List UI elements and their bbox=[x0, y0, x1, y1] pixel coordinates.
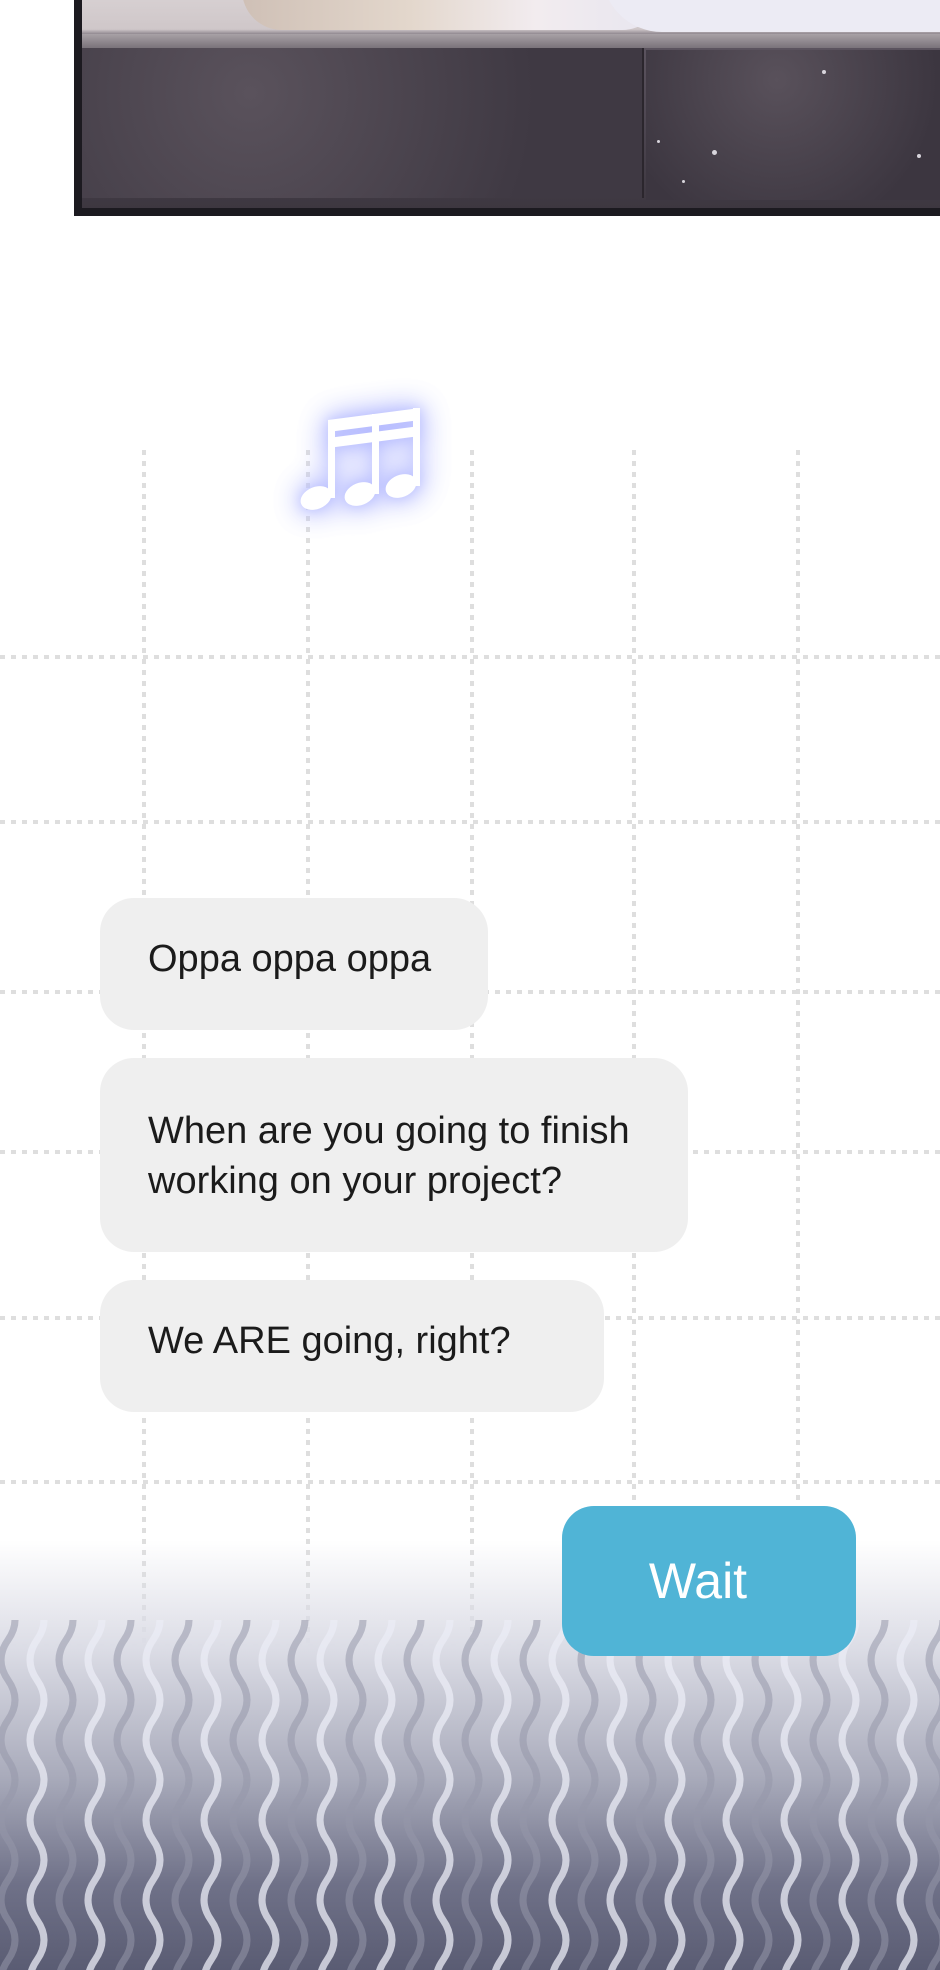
wave-stripe bbox=[200, 1620, 222, 1970]
panel-shelf bbox=[82, 34, 940, 48]
wave-stripe bbox=[693, 1620, 715, 1970]
wave-stripe bbox=[461, 1620, 483, 1970]
wave-stripe bbox=[780, 1620, 802, 1970]
chat-message-bubble: Oppa oppa oppa bbox=[100, 898, 488, 1030]
chat-message-text: Oppa oppa oppa bbox=[148, 938, 432, 980]
wave-stripe bbox=[867, 1620, 889, 1970]
comic-panel-top bbox=[74, 0, 940, 216]
panel-artwork bbox=[82, 0, 940, 208]
wave-stripe bbox=[548, 1620, 570, 1970]
wave-stripe bbox=[809, 1620, 831, 1970]
wave-stripe bbox=[316, 1620, 338, 1970]
sparkle bbox=[712, 150, 717, 155]
sparkle bbox=[657, 140, 660, 143]
wave-stripe bbox=[751, 1620, 773, 1970]
wave-stripe bbox=[403, 1620, 425, 1970]
chat-message-text: When are you going to finish bbox=[148, 1110, 630, 1152]
panel-figure bbox=[242, 0, 662, 30]
wave-stripe bbox=[896, 1620, 918, 1970]
wave-stripe bbox=[258, 1620, 280, 1970]
wave-stripe bbox=[84, 1620, 106, 1970]
sparkle bbox=[917, 154, 921, 158]
sparkle bbox=[682, 180, 685, 183]
chat-message-bubble: We ARE going, right? bbox=[100, 1280, 604, 1412]
panel-cushion-right bbox=[646, 50, 940, 200]
wave-stripe bbox=[0, 1620, 19, 1970]
chat-message-text: working on your project? bbox=[148, 1160, 562, 1202]
wave-stripe bbox=[606, 1620, 628, 1970]
wave-stripe bbox=[142, 1620, 164, 1970]
wave-stripe bbox=[171, 1620, 193, 1970]
wave-stripe bbox=[374, 1620, 396, 1970]
wave-stripe bbox=[113, 1620, 135, 1970]
wave-stripe bbox=[722, 1620, 744, 1970]
wave-stripe bbox=[925, 1620, 940, 1970]
wave-stripe bbox=[490, 1620, 512, 1970]
wave-pattern bbox=[0, 1620, 940, 1970]
wave-stripe bbox=[519, 1620, 541, 1970]
wave-stripe bbox=[229, 1620, 251, 1970]
wave-stripe bbox=[345, 1620, 367, 1970]
chat-message-text: We ARE going, right? bbox=[148, 1320, 511, 1362]
sparkle bbox=[822, 70, 826, 74]
music-notes-icon bbox=[300, 408, 420, 510]
wave-stripe bbox=[26, 1620, 48, 1970]
wave-stripe bbox=[664, 1620, 686, 1970]
wave-stripe bbox=[55, 1620, 77, 1970]
wave-stripe bbox=[577, 1620, 599, 1970]
panel-cushion-left bbox=[82, 48, 644, 198]
reply-button-wait[interactable]: Wait bbox=[562, 1506, 856, 1656]
chat-message-bubble: When are you going to finish working on … bbox=[100, 1058, 688, 1252]
wave-stripe bbox=[635, 1620, 657, 1970]
panel-figure-right bbox=[602, 0, 940, 32]
wave-stripe bbox=[432, 1620, 454, 1970]
comic-page: Oppa oppa oppa When are you going to fin… bbox=[0, 0, 940, 1970]
wave-stripe bbox=[287, 1620, 309, 1970]
wave-stripe bbox=[838, 1620, 860, 1970]
